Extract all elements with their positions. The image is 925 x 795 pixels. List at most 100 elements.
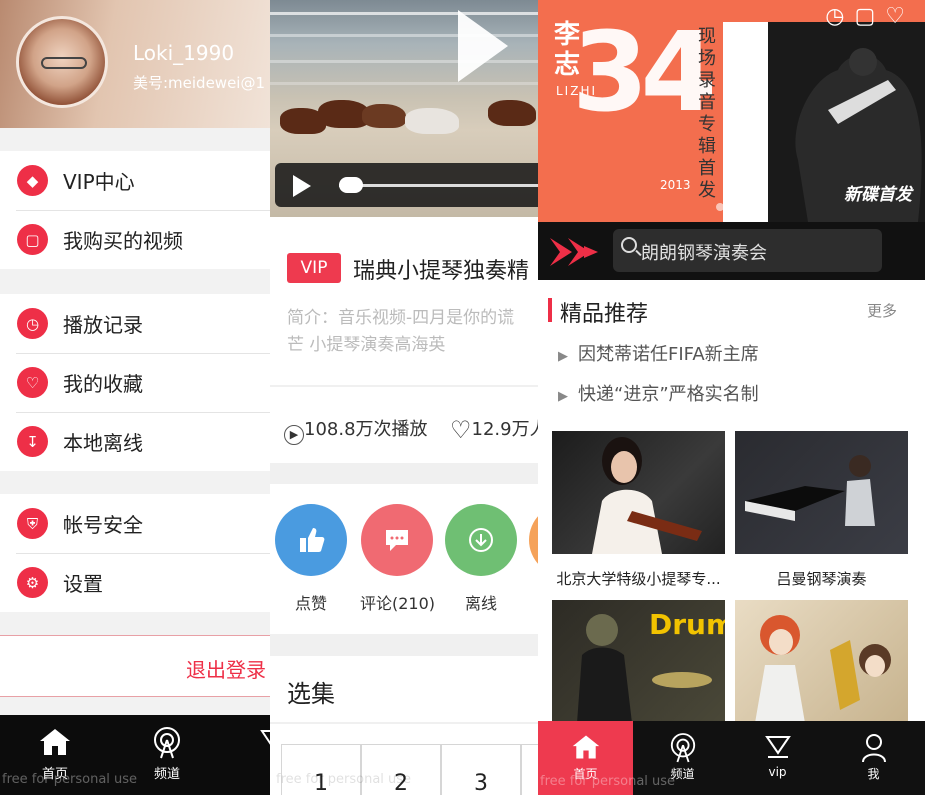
bottom-tab-bar: 首页 频道 free for personal use <box>0 715 270 795</box>
shield-icon: ⛨ <box>17 508 48 539</box>
banner-latin-name: LIZHI <box>556 84 598 98</box>
search-bar-row: 朗朗钢琴演奏会 <box>538 222 925 280</box>
offline-button[interactable]: 离线 <box>444 504 518 614</box>
seek-bar[interactable] <box>339 184 538 187</box>
logout-row[interactable]: 退出登录 <box>0 635 270 697</box>
big-play-icon[interactable] <box>458 10 508 82</box>
watermark: free for personal use <box>540 774 676 789</box>
menu-item-vip-center[interactable]: ◆ VIP中心 <box>0 151 270 210</box>
more-link[interactable]: 更多 <box>867 300 897 321</box>
video-stats: ▶108.8万次播放 ♡12.9万人 <box>270 387 538 463</box>
heart-icon[interactable]: ♡ <box>885 4 915 29</box>
menu-item-label: 帐号安全 <box>63 513 143 537</box>
vip-icon <box>260 730 270 745</box>
video-card-caption[interactable]: 北京大学特级小提琴专... <box>551 568 726 589</box>
timer-icon[interactable]: ▢ <box>854 4 885 29</box>
banner-top-icons: ◷▢♡ <box>825 4 915 29</box>
diamond-icon: ◆ <box>17 165 48 196</box>
logout-button[interactable]: 退出登录 <box>186 654 266 683</box>
news-item[interactable]: ▶ 因梵蒂诺任FIFA新主席 <box>558 340 759 366</box>
app-logo-icon[interactable] <box>550 236 600 268</box>
tab-vip[interactable]: vip <box>730 721 825 795</box>
search-input[interactable]: 朗朗钢琴演奏会 <box>613 229 882 272</box>
anime-saxophone-thumbnail <box>755 615 891 723</box>
menu-item-purchased-videos[interactable]: ▢ 我购买的视频 <box>0 210 270 269</box>
video-card[interactable]: Drums <box>552 600 725 723</box>
banner-artist: 李志 <box>554 20 581 80</box>
share-icon <box>529 504 538 576</box>
comment-button[interactable]: 评论(210) <box>360 504 436 614</box>
promo-banner[interactable]: 34 李志 LIZHI 现场录音专辑首发 2013 新碟首发 ◷▢♡ <box>538 0 925 222</box>
tab-channel[interactable]: 频道 <box>132 715 202 795</box>
tab-label: 频道 <box>153 767 180 782</box>
download-icon <box>445 504 517 576</box>
episode-button[interactable]: 3 <box>441 744 521 795</box>
avatar[interactable] <box>16 16 108 108</box>
banner-tag: 新碟首发 <box>844 185 912 205</box>
menu-item-label: VIP中心 <box>63 170 135 194</box>
episode-button[interactable]: 1 <box>281 744 361 795</box>
clock-icon: ◷ <box>17 308 48 339</box>
clock-icon[interactable]: ◷ <box>825 4 854 29</box>
news-item[interactable]: ▶ 快递“进京”严格实名制 <box>558 380 759 406</box>
carousel-dots[interactable] <box>716 196 748 215</box>
heart-outline-icon: ♡ <box>450 416 472 444</box>
heart-icon: ♡ <box>17 367 48 398</box>
home-icon <box>572 735 599 759</box>
recommend-header: 精品推荐 更多 <box>538 294 925 330</box>
home-icon <box>40 729 70 755</box>
tab-me[interactable]: 我 <box>826 721 921 795</box>
action-bar: 点赞 评论(210) 离线 <box>270 484 538 634</box>
comment-icon <box>361 504 433 576</box>
menu-item-label: 播放记录 <box>63 313 143 337</box>
tab-partial[interactable] <box>250 715 270 795</box>
episodes-title: 选集 <box>287 680 335 708</box>
play-icon[interactable] <box>293 175 311 197</box>
watermark: free for personal use <box>276 772 412 787</box>
menu-group-vip: ◆ VIP中心 ▢ 我购买的视频 <box>0 151 270 269</box>
user-id: 美号:meidewei@1 <box>133 74 266 92</box>
thumbs-up-icon <box>275 504 347 576</box>
profile-header: Loki_1990 美号:meidewei@1 <box>0 0 270 128</box>
like-button[interactable]: 点赞 <box>274 504 348 614</box>
watermark: free for personal use <box>2 772 138 787</box>
menu-item-settings[interactable]: ⚙ 设置 <box>0 553 270 612</box>
menu-item-offline[interactable]: ↧ 本地离线 <box>0 412 270 471</box>
menu-item-account-security[interactable]: ⛨ 帐号安全 <box>0 494 270 553</box>
menu-item-history[interactable]: ◷ 播放记录 <box>0 294 270 353</box>
banner-number: 34 <box>572 8 717 136</box>
banner-year: 2013 <box>660 178 691 192</box>
vip-crown-icon <box>764 736 791 758</box>
menu-item-label: 我的收藏 <box>63 372 143 396</box>
video-intro: 简介：音乐视频-四月是你的谎 芒 小提琴演奏高海英 <box>287 305 537 359</box>
video-card[interactable] <box>735 431 908 554</box>
more-action-button[interactable] <box>528 504 538 576</box>
video-info: VIP 瑞典小提琴独奏精 简介：音乐视频-四月是你的谎 芒 小提琴演奏高海英 <box>270 217 538 385</box>
gear-icon: ⚙ <box>17 567 48 598</box>
episodes-header: 选集 <box>270 656 538 722</box>
episode-button[interactable]: 2 <box>361 744 441 795</box>
menu-item-label: 我购买的视频 <box>63 229 183 253</box>
play-count: ▶ 108.8万次播放 <box>284 415 428 445</box>
ticket-icon: ▢ <box>17 224 48 255</box>
video-card[interactable] <box>552 431 725 554</box>
menu-item-favorites[interactable]: ♡ 我的收藏 <box>0 353 270 412</box>
intro-line: 简介：音乐视频-四月是你的谎 <box>287 308 515 328</box>
seek-handle[interactable] <box>339 177 363 193</box>
action-label: 评论(210) <box>360 594 436 613</box>
video-card-caption[interactable]: 吕曼钢琴演奏 <box>734 568 909 589</box>
broadcast-icon <box>670 733 695 763</box>
broadcast-icon <box>154 727 180 759</box>
bottom-tab-bar: 首页 频道 vip 我 free for personal use <box>538 721 925 795</box>
drums-title: Drums <box>649 608 725 641</box>
video-player[interactable] <box>270 0 538 217</box>
episode-button[interactable] <box>521 744 538 795</box>
violinist-thumbnail <box>592 437 702 554</box>
video-title: 瑞典小提琴独奏精 <box>353 259 530 284</box>
menu-item-label: 设置 <box>63 572 103 596</box>
menu-group-account: ⛨ 帐号安全 ⚙ 设置 <box>0 494 270 612</box>
username: Loki_1990 <box>133 41 235 65</box>
video-card[interactable] <box>735 600 908 723</box>
video-detail-panel: VIP 瑞典小提琴独奏精 简介：音乐视频-四月是你的谎 芒 小提琴演奏高海英 ▶… <box>270 0 538 795</box>
person-icon <box>861 734 886 763</box>
